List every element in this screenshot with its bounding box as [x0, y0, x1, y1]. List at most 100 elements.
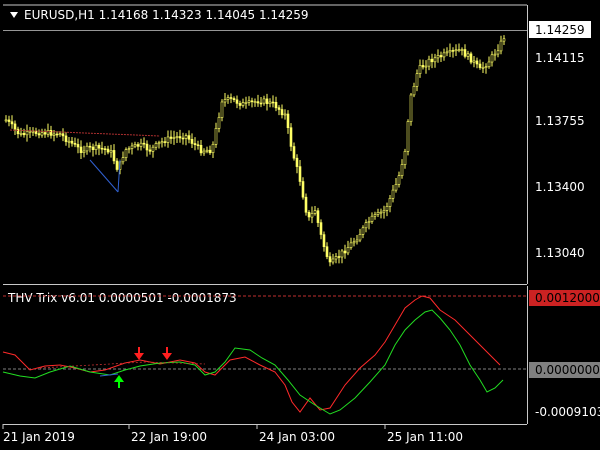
candle-body [187, 135, 191, 140]
candle-body [136, 144, 140, 147]
candle-body [193, 143, 197, 146]
candle-body [331, 258, 335, 263]
candle-body [436, 55, 440, 59]
candle-body [100, 147, 104, 150]
candle-body [403, 151, 407, 165]
candle-body [412, 86, 416, 96]
candle-body [253, 101, 257, 103]
candle-body [226, 97, 230, 100]
candle-body [451, 50, 455, 52]
candle-body [319, 222, 323, 235]
candle-body [151, 146, 155, 152]
candle-body [343, 250, 347, 254]
candle-body [19, 133, 23, 135]
candle-body [40, 132, 44, 136]
candle-body [163, 141, 167, 143]
candle-body [160, 141, 164, 144]
candle-body [454, 49, 458, 52]
candle-body [46, 130, 50, 135]
candle-body [496, 50, 500, 55]
candle-body [304, 196, 308, 213]
candle-body [487, 61, 491, 67]
indicator-panel[interactable]: THV Trix v6.01 0.0000501 -0.0001873 0.00… [2, 286, 600, 425]
candle-body [178, 136, 182, 139]
candle-body [301, 181, 305, 198]
candle-body [499, 40, 503, 52]
candle-body [442, 52, 446, 58]
candle-body [361, 227, 365, 235]
candle-body [397, 175, 401, 185]
candle-body [340, 250, 344, 258]
candle-body [175, 136, 179, 138]
candle-body [298, 166, 302, 182]
trix-fast-line [2, 295, 501, 413]
trading-terminal: EURUSD,H1 1.14168 1.14323 1.14045 1.1425… [0, 0, 600, 450]
candle-body [133, 144, 137, 147]
candle-body [265, 98, 269, 105]
chart-canvas[interactable]: EURUSD,H1 1.14168 1.14323 1.14045 1.1425… [0, 0, 600, 450]
candle-body [67, 140, 71, 143]
chart-shift-triangle-icon[interactable] [10, 12, 18, 18]
candle-body [277, 107, 281, 110]
candle-body [463, 49, 467, 57]
candle-body [139, 142, 143, 147]
candle-body [43, 132, 47, 135]
candle-body [184, 135, 188, 139]
time-axis-label: 25 Jan 11:00 [387, 430, 463, 444]
candle-body [190, 139, 194, 144]
candle-body [142, 142, 146, 145]
signal-down-arrow-icon [162, 347, 172, 360]
candle-body [124, 149, 128, 159]
candle-body [37, 133, 41, 136]
candle-body [424, 65, 428, 68]
candle-body [364, 222, 368, 229]
candle-body [490, 54, 494, 63]
price-axis-label: 1.13755 [535, 114, 585, 128]
candle-body [127, 148, 131, 150]
candle-body [49, 130, 53, 136]
candlestick-series [4, 35, 506, 267]
candle-body [97, 144, 101, 149]
time-axis: 21 Jan 2019 22 Jan 19:00 24 Jan 03:00 25… [2, 424, 463, 444]
candle-body [418, 65, 422, 75]
candle-body [286, 113, 290, 128]
candle-body [208, 149, 212, 154]
price-axis-label: 1.14115 [535, 51, 585, 65]
candle-body [52, 133, 56, 136]
candle-body [157, 142, 161, 145]
candle-body [199, 145, 203, 154]
candle-body [385, 206, 389, 211]
candle-body [460, 49, 464, 51]
candle-body [247, 100, 251, 103]
candle-body [244, 102, 248, 104]
candle-body [415, 73, 419, 87]
candle-body [181, 137, 185, 140]
candle-body [268, 101, 272, 105]
candle-body [325, 246, 329, 257]
candle-body [262, 98, 266, 104]
candle-body [406, 121, 410, 152]
candle-body [130, 145, 134, 149]
candle-body [79, 146, 83, 153]
indicator-header: THV Trix v6.01 0.0000501 -0.0001873 [7, 291, 237, 305]
trend-line-blue[interactable] [89, 159, 119, 193]
current-price-label: 1.14259 [535, 23, 585, 37]
candle-body [280, 109, 284, 116]
time-axis-label: 22 Jan 19:00 [131, 430, 207, 444]
candle-body [13, 123, 17, 130]
candle-body [121, 157, 125, 163]
candle-body [307, 212, 311, 218]
candle-body [220, 101, 224, 118]
candle-body [145, 143, 149, 151]
candle-body [94, 144, 98, 150]
candle-body [457, 49, 461, 52]
candle-body [250, 100, 254, 103]
candle-body [352, 241, 356, 244]
candle-body [241, 102, 245, 106]
candle-body [73, 143, 77, 145]
candle-body [388, 198, 392, 207]
signal-up-arrow-icon [114, 375, 124, 388]
candle-body [235, 99, 239, 104]
candle-body [58, 133, 62, 135]
price-panel[interactable]: EURUSD,H1 1.14168 1.14323 1.14045 1.1425… [3, 4, 591, 285]
